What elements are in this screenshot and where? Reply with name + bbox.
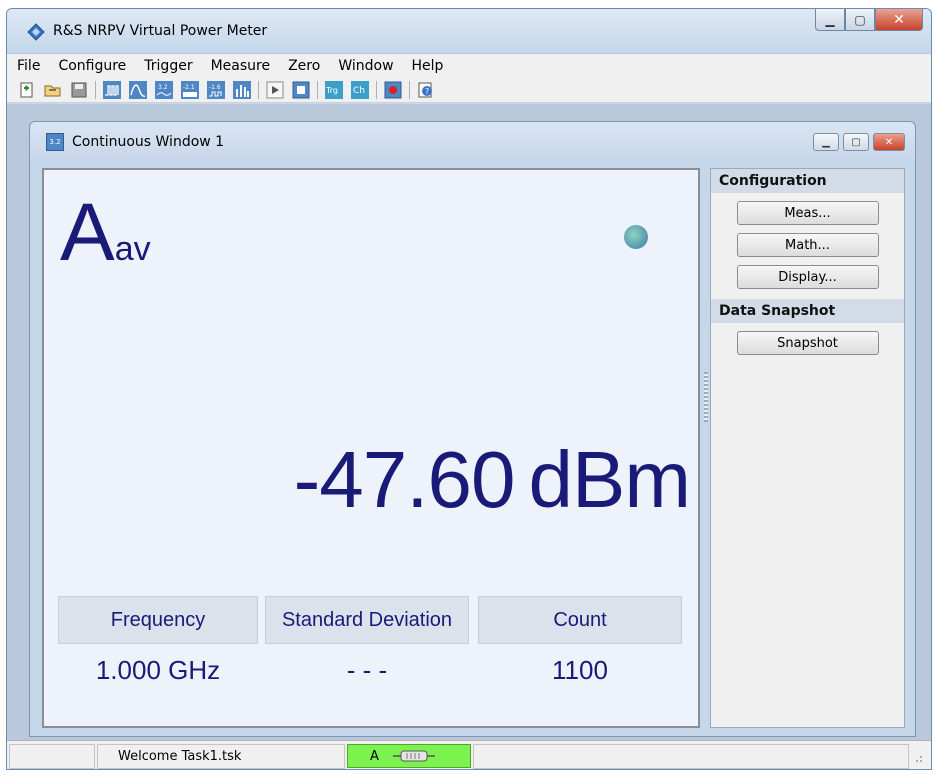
side-panel: Configuration Meas... Math... Display...… — [710, 168, 905, 728]
measurement-name: Aav — [60, 192, 151, 274]
help-icon[interactable]: ? — [416, 80, 436, 100]
menu-file[interactable]: File — [7, 58, 49, 74]
channel-icon-label: Ch — [353, 86, 365, 96]
measurement-unit: dBm — [528, 435, 691, 524]
resize-grip-icon[interactable] — [911, 744, 929, 769]
frequency-value: 1.000 GHz — [95, 654, 221, 685]
save-icon[interactable] — [69, 80, 89, 100]
burst-icon[interactable] — [232, 80, 252, 100]
display-button[interactable]: Display... — [736, 265, 879, 289]
sensor-status-icon — [624, 225, 648, 249]
trigger-icon[interactable]: Trg — [324, 80, 344, 100]
title-bar[interactable]: R&S NRPV Virtual Power Meter ▁ ▢ ✕ — [7, 9, 931, 53]
sensor-label: A — [370, 748, 379, 764]
record-icon[interactable] — [383, 80, 403, 100]
toolbar-separator — [409, 80, 410, 99]
stop-icon[interactable] — [291, 80, 311, 100]
meas-button[interactable]: Meas... — [736, 201, 879, 225]
minimize-button[interactable]: ▁ — [815, 9, 845, 31]
measurement-display: Aav -47.60 dBm Frequency Standard Deviati… — [42, 168, 700, 728]
status-task: Welcome Task1.tsk — [97, 744, 345, 769]
math-button[interactable]: Math... — [736, 233, 879, 257]
toolbar-separator — [317, 80, 318, 99]
timeslot-icon[interactable]: -1.6 — [206, 80, 226, 100]
measurement-value: -47.60 dBm — [293, 434, 691, 526]
panel-splitter[interactable] — [704, 372, 708, 422]
app-title: R&S NRPV Virtual Power Meter — [53, 23, 268, 39]
menu-measure[interactable]: Measure — [202, 58, 280, 74]
trigger-icon-label: Trg — [325, 86, 338, 95]
menu-help[interactable]: Help — [403, 58, 453, 74]
start-icon[interactable] — [265, 80, 285, 100]
child-close-button[interactable]: ✕ — [873, 133, 905, 151]
status-cell-empty — [9, 744, 95, 769]
measurement-number: -47.60 — [293, 435, 516, 524]
std-deviation-value: - - - — [346, 654, 388, 685]
new-icon[interactable] — [17, 80, 37, 100]
menu-trigger[interactable]: Trigger — [135, 58, 201, 74]
window-controls: ▁ ▢ ✕ — [815, 9, 923, 33]
close-button[interactable]: ✕ — [875, 9, 923, 31]
measurement-symbol: A — [60, 187, 115, 278]
toolbar-separator — [95, 80, 96, 99]
configuration-header: Configuration — [711, 169, 904, 193]
child-maximize-button[interactable]: ▢ — [843, 133, 869, 151]
continuous-icon-label: 3.2 — [158, 84, 168, 91]
menu-bar: File Configure Trigger Measure Zero Wind… — [7, 53, 931, 78]
sensor-status-badge[interactable]: A — [347, 744, 471, 768]
continuous-icon[interactable]: 3.2 — [154, 80, 174, 100]
status-bar: Welcome Task1.tsk A — [7, 740, 931, 769]
toolbar-separator — [258, 80, 259, 99]
mdi-area: 3.2 Continuous Window 1 ▁ ▢ ✕ Aav -47.60… — [7, 104, 931, 740]
svg-text:?: ? — [425, 87, 429, 96]
sensor-connector-icon — [392, 750, 435, 762]
frequency-header: Frequency — [58, 596, 258, 644]
continuous-window-icon: 3.2 — [46, 133, 64, 151]
count-value: 1100 — [552, 654, 608, 685]
measurement-subscript: av — [114, 230, 151, 268]
timeslot-icon-label: -1.6 — [209, 84, 221, 91]
toolbar-separator — [376, 80, 377, 99]
child-window-controls: ▁ ▢ ✕ — [813, 133, 905, 151]
toolbar: 3.2 -2.1 -1.6 Trg Ch ? — [7, 77, 931, 103]
count-header: Count — [478, 596, 682, 644]
menu-configure[interactable]: Configure — [49, 58, 135, 74]
app-window: R&S NRPV Virtual Power Meter ▁ ▢ ✕ File … — [6, 8, 932, 770]
child-minimize-button[interactable]: ▁ — [813, 133, 839, 151]
rs-logo-icon — [27, 23, 45, 41]
statistics-icon-label: -2.1 — [183, 84, 195, 91]
continuous-window: 3.2 Continuous Window 1 ▁ ▢ ✕ Aav -47.60… — [29, 121, 916, 737]
child-window-title: Continuous Window 1 — [72, 134, 225, 150]
menu-zero[interactable]: Zero — [279, 58, 329, 74]
maximize-button[interactable]: ▢ — [845, 9, 875, 31]
menu-window[interactable]: Window — [329, 58, 402, 74]
channel-icon[interactable]: Ch — [350, 80, 370, 100]
snapshot-button[interactable]: Snapshot — [736, 331, 879, 355]
trace-icon[interactable] — [128, 80, 148, 100]
std-deviation-header: Standard Deviation — [265, 596, 469, 644]
statistics-icon[interactable]: -2.1 — [180, 80, 200, 100]
open-icon[interactable] — [43, 80, 63, 100]
pulse-icon[interactable] — [102, 80, 122, 100]
status-cell-spacer — [473, 744, 909, 769]
data-snapshot-header: Data Snapshot — [711, 299, 904, 323]
